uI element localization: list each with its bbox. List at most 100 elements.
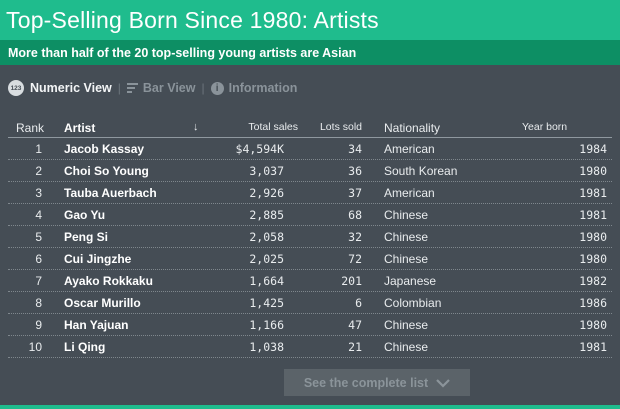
year-born-cell: 1981 xyxy=(579,186,607,200)
table-row: 9 Han Yajuan 1,166 47 Chinese 1980 xyxy=(0,314,620,336)
information-tab[interactable]: i Information xyxy=(210,81,298,95)
total-sales-cell: 2,058 xyxy=(249,230,284,244)
nationality-cell: Colombian xyxy=(384,296,442,310)
artist-cell: Gao Yu xyxy=(64,208,106,222)
lots-sold-cell: 32 xyxy=(348,230,362,244)
total-sales-cell: 1,425 xyxy=(249,296,284,310)
lots-sold-cell: 72 xyxy=(348,252,362,266)
artist-column-header[interactable]: Artist xyxy=(64,121,95,135)
total-sales-cell: 2,926 xyxy=(249,186,284,200)
lots-sold-cell: 47 xyxy=(348,318,362,332)
nationality-cell: Chinese xyxy=(384,230,429,244)
total-sales-column-header[interactable]: Total sales xyxy=(200,121,298,133)
artist-cell: Choi So Young xyxy=(64,164,149,178)
nationality-column-header[interactable]: Nationality xyxy=(384,121,440,135)
total-sales-cell: 2,885 xyxy=(249,208,284,222)
rank-cell: 3 xyxy=(35,186,42,200)
table-row: 2 Choi So Young 3,037 36 South Korean 1980 xyxy=(0,160,620,182)
subtitle-bar: More than half of the 20 top-selling you… xyxy=(0,40,620,65)
lots-sold-cell: 68 xyxy=(348,208,362,222)
rank-cell: 6 xyxy=(35,252,42,266)
year-born-column-header[interactable]: Year born xyxy=(522,121,567,133)
nationality-cell: Japanese xyxy=(384,274,437,288)
chevron-down-icon xyxy=(436,378,450,388)
nationality-cell: Chinese xyxy=(384,318,429,332)
year-born-cell: 1984 xyxy=(579,142,607,156)
year-born-cell: 1986 xyxy=(579,296,607,310)
bar-view-label: Bar View xyxy=(142,81,196,95)
lots-sold-cell: 37 xyxy=(348,186,362,200)
artists-table: Rank Artist ↓ Total sales Lots sold Nati… xyxy=(0,116,620,358)
artist-cell: Tauba Auerbach xyxy=(64,186,157,200)
numeric-badge-icon: 123 xyxy=(8,80,24,96)
year-born-cell: 1980 xyxy=(579,230,607,244)
view-toolbar: 123 Numeric View | Bar View | i Informat… xyxy=(0,65,620,111)
page-title: Top-Selling Born Since 1980: Artists xyxy=(6,6,379,33)
total-sales-cell: 1,038 xyxy=(249,340,284,354)
lots-sold-cell: 201 xyxy=(341,274,362,288)
artist-cell: Peng Si xyxy=(64,230,109,244)
year-born-cell: 1981 xyxy=(579,340,607,354)
table-row: 1 Jacob Kassay $4,594K 34 American 1984 xyxy=(0,138,620,160)
nationality-cell: Chinese xyxy=(384,208,429,222)
total-sales-cell: $4,594K xyxy=(235,142,284,156)
total-sales-cell: 1,664 xyxy=(249,274,284,288)
toolbar-separator: | xyxy=(117,81,121,95)
table-row: 5 Peng Si 2,058 32 Chinese 1980 xyxy=(0,226,620,248)
title-bar: Top-Selling Born Since 1980: Artists xyxy=(0,0,620,40)
table-header: Rank Artist ↓ Total sales Lots sold Nati… xyxy=(0,116,620,138)
artist-cell: Cui Jingzhe xyxy=(64,252,132,266)
table-row: 6 Cui Jingzhe 2,025 72 Chinese 1980 xyxy=(0,248,620,270)
year-born-cell: 1980 xyxy=(579,318,607,332)
total-sales-cell: 3,037 xyxy=(249,164,284,178)
lots-sold-cell: 34 xyxy=(348,142,362,156)
year-born-cell: 1980 xyxy=(579,164,607,178)
year-born-cell: 1982 xyxy=(579,274,607,288)
table-row: 8 Oscar Murillo 1,425 6 Colombian 1986 xyxy=(0,292,620,314)
numeric-view-label: Numeric View xyxy=(30,81,112,95)
numeric-view-tab[interactable]: 123 Numeric View xyxy=(8,80,112,96)
rank-cell: 9 xyxy=(35,318,42,332)
artist-cell: Han Yajuan xyxy=(64,318,129,332)
rank-cell: 8 xyxy=(35,296,42,310)
nationality-cell: South Korean xyxy=(384,164,458,178)
table-row: 7 Ayako Rokkaku 1,664 201 Japanese 1982 xyxy=(0,270,620,292)
nationality-cell: American xyxy=(384,142,435,156)
total-sales-cell: 2,025 xyxy=(249,252,284,266)
page-subtitle: More than half of the 20 top-selling you… xyxy=(8,45,357,60)
year-born-cell: 1981 xyxy=(579,208,607,222)
year-born-cell: 1980 xyxy=(579,252,607,266)
table-body: 1 Jacob Kassay $4,594K 34 American 1984 2 Choi … xyxy=(0,138,620,358)
bar-chart-icon xyxy=(126,82,138,94)
see-complete-list-label: See the complete list xyxy=(303,375,429,390)
lots-sold-cell: 36 xyxy=(348,164,362,178)
table-row: 10 Li Qing 1,038 21 Chinese 1981 xyxy=(0,336,620,358)
rank-cell: 4 xyxy=(35,208,42,222)
nationality-cell: Chinese xyxy=(384,252,429,266)
artist-cell: Oscar Murillo xyxy=(64,296,141,310)
total-sales-cell: 1,166 xyxy=(249,318,284,332)
lots-sold-cell: 6 xyxy=(355,296,362,310)
artist-cell: Li Qing xyxy=(64,340,106,354)
table-row: 4 Gao Yu 2,885 68 Chinese 1981 xyxy=(0,204,620,226)
artist-cell: Ayako Rokkaku xyxy=(64,274,153,288)
toolbar-separator: | xyxy=(201,81,205,95)
rank-cell: 2 xyxy=(35,164,42,178)
lots-sold-column-header[interactable]: Lots sold xyxy=(300,121,362,133)
rank-cell: 10 xyxy=(28,340,42,354)
nationality-cell: Chinese xyxy=(384,340,429,354)
artist-cell: Jacob Kassay xyxy=(64,142,145,156)
footer-bar xyxy=(0,405,620,409)
see-complete-list-button[interactable]: See the complete list xyxy=(284,369,470,396)
table-row: 3 Tauba Auerbach 2,926 37 American 1981 xyxy=(0,182,620,204)
information-label: Information xyxy=(228,81,298,95)
bar-view-tab[interactable]: Bar View xyxy=(126,81,196,95)
nationality-cell: American xyxy=(384,186,435,200)
rank-cell: 5 xyxy=(35,230,42,244)
rank-cell: 1 xyxy=(35,142,42,156)
info-icon: i xyxy=(210,81,224,95)
rank-column-header[interactable]: Rank xyxy=(16,121,44,135)
rank-cell: 7 xyxy=(35,274,42,288)
sort-arrow-icon[interactable]: ↓ xyxy=(193,121,199,133)
lots-sold-cell: 21 xyxy=(348,340,362,354)
